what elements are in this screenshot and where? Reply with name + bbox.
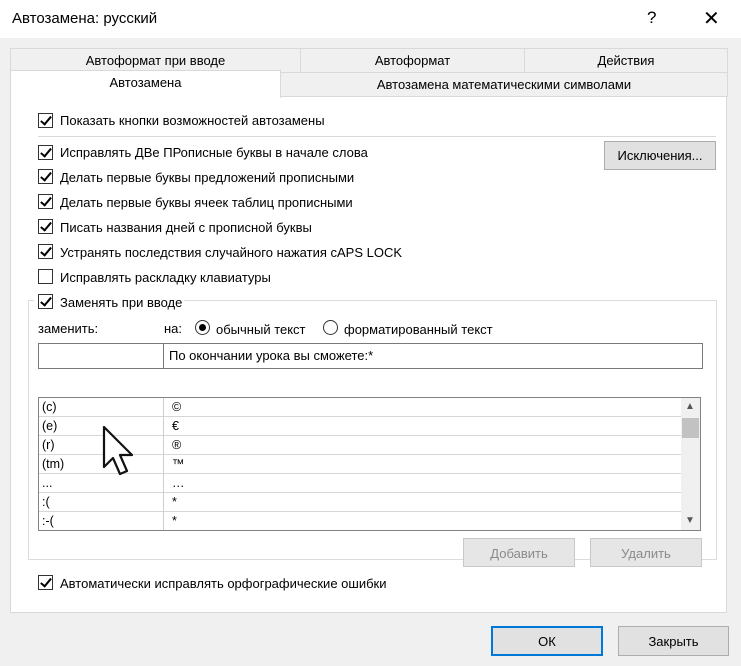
sentence-caps-checkbox[interactable] xyxy=(38,169,53,184)
delete-button[interactable]: Удалить xyxy=(590,538,702,567)
window-title: Автозамена: русский xyxy=(12,10,158,27)
cell-caps-checkbox[interactable] xyxy=(38,194,53,209)
replace-input[interactable] xyxy=(38,343,164,369)
plain-text-label: обычный текст xyxy=(216,322,306,337)
plain-text-radio[interactable] xyxy=(195,320,210,335)
list-scrollbar[interactable]: ▲ ▼ xyxy=(681,398,700,530)
with-input[interactable]: По окончании урока вы сможете:* xyxy=(163,343,703,369)
two-caps-checkbox[interactable] xyxy=(38,145,53,160)
auto-spell-label: Автоматически исправлять орфографические… xyxy=(60,576,387,591)
day-names-label: Писать названия дней с прописной буквы xyxy=(60,220,312,235)
tab-autoformat[interactable]: Автоформат xyxy=(300,48,525,73)
scroll-down-icon[interactable]: ▼ xyxy=(685,515,695,526)
tab-autocorrect[interactable]: Автозамена xyxy=(10,70,281,98)
tab-actions[interactable]: Действия xyxy=(524,48,728,73)
replace-label: заменить: xyxy=(38,321,99,336)
sentence-caps-label: Делать первые буквы предложений прописны… xyxy=(60,170,355,185)
show-buttons-label: Показать кнопки возможностей автозамены xyxy=(60,113,325,128)
keyboard-layout-label: Исправлять раскладку клавиатуры xyxy=(60,270,271,285)
list-row[interactable]: :(* xyxy=(39,493,681,512)
show-buttons-checkbox[interactable] xyxy=(38,113,53,128)
replace-as-type-checkbox[interactable] xyxy=(38,294,53,309)
add-button[interactable]: Добавить xyxy=(463,538,575,567)
with-label: на: xyxy=(164,321,183,336)
replace-as-type-label: Заменять при вводе xyxy=(60,295,183,310)
exceptions-button[interactable]: Исключения... xyxy=(604,141,716,170)
day-names-checkbox[interactable] xyxy=(38,219,53,234)
mouse-cursor-icon xyxy=(102,425,134,476)
column-divider xyxy=(163,398,164,530)
close-icon[interactable]: ✕ xyxy=(703,6,720,31)
scroll-thumb[interactable] xyxy=(682,418,699,438)
auto-spell-checkbox[interactable] xyxy=(38,575,53,590)
list-row[interactable]: (c) © xyxy=(39,398,681,417)
formatted-text-label: форматированный текст xyxy=(344,322,493,337)
scroll-up-icon[interactable]: ▲ xyxy=(685,401,695,412)
ok-button[interactable]: ОК xyxy=(491,626,603,656)
autocorrect-list[interactable]: (c) © (e) € (r) ® (tm) ™ ...… :(* :-(* ▲ ▼ xyxy=(38,397,701,531)
caps-lock-label: Устранять последствия случайного нажатия… xyxy=(60,245,403,260)
keyboard-layout-checkbox[interactable] xyxy=(38,269,53,284)
cell-caps-label: Делать первые буквы ячеек таблиц прописн… xyxy=(60,195,353,210)
list-row[interactable]: :-(* xyxy=(39,512,681,530)
formatted-text-radio[interactable] xyxy=(323,320,338,335)
help-button[interactable]: ? xyxy=(647,8,656,28)
separator xyxy=(38,136,716,137)
caps-lock-checkbox[interactable] xyxy=(38,244,53,259)
close-button[interactable]: Закрыть xyxy=(618,626,729,656)
two-caps-label: Исправлять ДВе ПРописные буквы в начале … xyxy=(60,145,368,160)
tab-math-autocorrect[interactable]: Автозамена математическими символами xyxy=(280,72,728,97)
